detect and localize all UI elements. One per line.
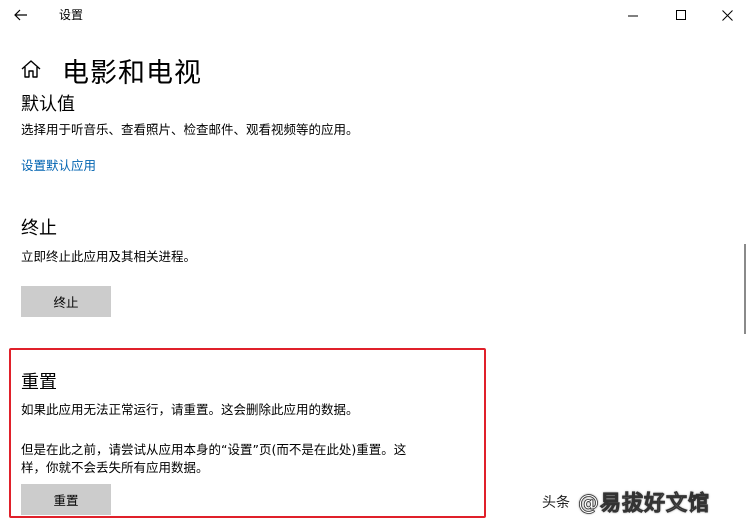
reset-section-note-line2: 样，你就不会丢失所有应用数据。 bbox=[21, 460, 209, 475]
back-arrow-icon bbox=[14, 9, 27, 21]
maximize-icon bbox=[675, 9, 686, 20]
watermark-source: 头条 bbox=[542, 495, 570, 511]
page-header: 电影和电视 bbox=[0, 48, 748, 92]
reset-section-title: 重置 bbox=[21, 372, 57, 393]
default-section-description: 选择用于听音乐、查看照片、检查邮件、观看视频等的应用。 bbox=[21, 122, 359, 137]
default-section-title: 默认值 bbox=[21, 94, 75, 115]
close-icon bbox=[721, 9, 733, 21]
home-icon[interactable] bbox=[20, 58, 44, 82]
watermark-author: @易拔好文馆 bbox=[578, 491, 710, 516]
window-title: 设置 bbox=[59, 8, 84, 22]
close-button[interactable] bbox=[704, 0, 748, 30]
scrollbar-thumb[interactable] bbox=[744, 244, 746, 334]
terminate-button[interactable]: 终止 bbox=[21, 286, 111, 317]
set-default-apps-link[interactable]: 设置默认应用 bbox=[21, 155, 96, 174]
back-button[interactable] bbox=[8, 2, 34, 28]
watermark: 头条 @易拔好文馆 bbox=[542, 484, 748, 520]
maximize-button[interactable] bbox=[658, 0, 704, 30]
terminate-section-description: 立即终止此应用及其相关进程。 bbox=[21, 249, 197, 264]
reset-section-note-line1: 但是在此之前，请尝试从应用本身的“设置”页(而不是在此处)重置。这 bbox=[21, 442, 407, 457]
title-bar: 设置 bbox=[0, 0, 748, 30]
minimize-button[interactable] bbox=[610, 0, 656, 30]
reset-button[interactable]: 重置 bbox=[21, 484, 111, 515]
reset-section-description: 如果此应用无法正常运行，请重置。这会删除此应用的数据。 bbox=[21, 402, 359, 417]
minimize-icon bbox=[627, 15, 638, 16]
page-title: 电影和电视 bbox=[62, 58, 202, 89]
terminate-section-title: 终止 bbox=[21, 218, 57, 239]
